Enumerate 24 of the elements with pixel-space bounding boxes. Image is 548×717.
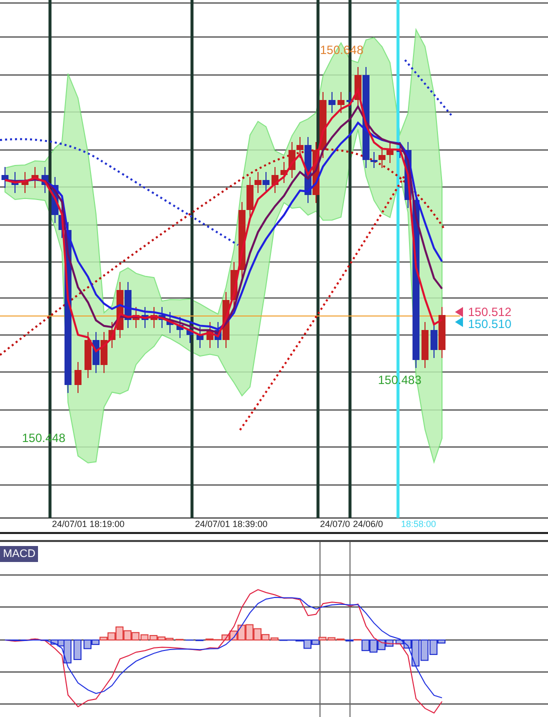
candlestick [328, 92, 336, 114]
candlestick [196, 326, 204, 348]
histogram-bar [74, 640, 82, 660]
candlestick [142, 306, 148, 328]
time-axis-label: 24/07/0 [320, 519, 350, 529]
candlestick [12, 172, 18, 194]
time-axis-label: 24/07/01 18:19:00 [52, 519, 125, 529]
candlestick [272, 166, 278, 194]
current-price-label: 150.512 [468, 305, 512, 319]
candlestick [422, 322, 428, 368]
dotted-trend-line [404, 59, 453, 117]
candlestick [186, 322, 194, 344]
candlestick [74, 362, 82, 394]
indicator-title: MACD [0, 546, 38, 562]
candlestick [2, 166, 8, 188]
candlestick [22, 172, 28, 194]
candlestick [42, 166, 48, 194]
candlestick [32, 166, 38, 188]
time-axis-label: 18:58:00 [401, 519, 436, 529]
candlestick [338, 92, 344, 114]
time-axis-label: 24/07/01 18:39:00 [195, 519, 268, 529]
candlestick [176, 316, 184, 338]
current-price-label: 150.510 [468, 317, 512, 331]
time-axis-label: 24/06/0 [353, 519, 384, 529]
